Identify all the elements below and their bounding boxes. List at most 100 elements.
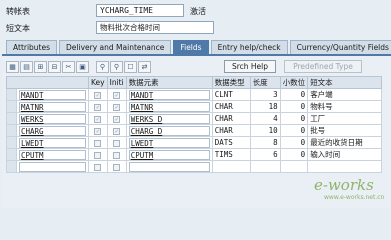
row-selector[interactable] bbox=[6, 88, 17, 101]
field-name-input[interactable]: LWEDT bbox=[19, 137, 86, 148]
data-element-input[interactable]: WERKS_D bbox=[128, 113, 210, 124]
length-cell: 6 bbox=[249, 148, 281, 161]
table-row[interactable]: MATNR ✓ ✓ MATNR CHAR 18 0 物料号 bbox=[6, 100, 383, 113]
find-next-icon[interactable]: ⚲ bbox=[110, 61, 123, 73]
key-checkbox[interactable]: ✓ bbox=[94, 115, 102, 123]
data-type-cell bbox=[211, 160, 251, 173]
initial-checkbox[interactable]: ✓ bbox=[113, 115, 121, 123]
watermark-url: www.e-works.net.cn bbox=[324, 194, 385, 201]
initial-checkbox[interactable] bbox=[113, 139, 121, 147]
table-toolbar: ▦ ▤ ⊞ ⊟ ✂ ▣ ⚲ ⚲ ☐ ⇄ bbox=[6, 60, 152, 74]
short-text-label: 短文本 bbox=[6, 24, 30, 33]
row-selector[interactable] bbox=[6, 160, 17, 173]
initial-checkbox[interactable]: ✓ bbox=[113, 91, 121, 99]
short-text-cell: 工厂 bbox=[307, 112, 383, 125]
decimals-cell bbox=[279, 160, 309, 173]
column-header-initial[interactable]: Initi bbox=[106, 76, 127, 89]
find-icon[interactable]: ⚲ bbox=[96, 61, 109, 73]
data-element-input[interactable]: MANDT bbox=[128, 89, 210, 100]
column-header-decimals[interactable]: 小数位 bbox=[279, 76, 309, 89]
key-checkbox[interactable]: ✓ bbox=[94, 91, 102, 99]
cut-icon[interactable]: ✂ bbox=[62, 61, 75, 73]
table-icon[interactable]: ▦ bbox=[6, 61, 19, 73]
short-text-cell: 物料号 bbox=[307, 100, 383, 113]
table-row[interactable]: LWEDT LWEDT DATS 8 0 最近的收货日期 bbox=[6, 136, 383, 149]
row-selector[interactable] bbox=[6, 136, 17, 149]
key-checkbox[interactable] bbox=[94, 163, 102, 171]
table-row[interactable]: CHARG ✓ ✓ CHARG_D CHAR 10 0 批号 bbox=[6, 124, 383, 137]
data-element-input[interactable]: MATNR bbox=[128, 101, 210, 112]
initial-checkbox[interactable]: ✓ bbox=[113, 127, 121, 135]
tab-fields[interactable]: Fields bbox=[173, 40, 209, 54]
field-name-input[interactable]: MATNR bbox=[19, 101, 86, 112]
field-name-input[interactable]: CHARG bbox=[19, 125, 86, 136]
table-header-row: Key Initi 数据元素 数据类型 长度 小数位 短文本 bbox=[6, 76, 383, 89]
insert-row-icon[interactable]: ⊞ bbox=[34, 61, 47, 73]
table-row[interactable] bbox=[6, 160, 383, 173]
data-type-cell: TIMS bbox=[211, 148, 251, 161]
column-header-key[interactable]: Key bbox=[88, 76, 108, 89]
row-selector[interactable] bbox=[6, 112, 17, 125]
data-element-input[interactable]: LWEDT bbox=[128, 137, 210, 148]
length-cell: 4 bbox=[249, 112, 281, 125]
delete-row-icon[interactable]: ⊟ bbox=[48, 61, 61, 73]
column-header-data-type[interactable]: 数据类型 bbox=[211, 76, 251, 89]
paste-icon[interactable]: ▣ bbox=[76, 61, 89, 73]
copy-rows-icon[interactable]: ▤ bbox=[20, 61, 33, 73]
column-header-field[interactable] bbox=[6, 76, 89, 89]
column-header-length[interactable]: 长度 bbox=[249, 76, 281, 89]
data-type-cell: CHAR bbox=[211, 124, 251, 137]
field-name-input[interactable]: MANDT bbox=[19, 89, 86, 100]
table-row[interactable]: WERKS ✓ ✓ WERKS_D CHAR 4 0 工厂 bbox=[6, 112, 383, 125]
data-type-cell: DATS bbox=[211, 136, 251, 149]
data-type-cell: CHAR bbox=[211, 100, 251, 113]
key-checkbox[interactable]: ✓ bbox=[94, 127, 102, 135]
decimals-cell: 0 bbox=[279, 148, 309, 161]
column-header-short-text[interactable]: 短文本 bbox=[307, 76, 383, 89]
tab-delivery-maintenance[interactable]: Delivery and Maintenance bbox=[59, 40, 172, 54]
decimals-cell: 0 bbox=[279, 136, 309, 149]
row-selector[interactable] bbox=[6, 124, 17, 137]
srch-help-button[interactable]: Srch Help bbox=[224, 60, 276, 73]
field-name-input[interactable]: WERKS bbox=[19, 113, 86, 124]
key-checkbox[interactable] bbox=[94, 151, 102, 159]
data-type-cell: CHAR bbox=[211, 112, 251, 125]
short-text-cell: 批号 bbox=[307, 124, 383, 137]
field-name-input[interactable]: CPUTM bbox=[19, 149, 86, 160]
table-row[interactable]: CPUTM CPUTM TIMS 6 0 输入时间 bbox=[6, 148, 383, 161]
decimals-cell: 0 bbox=[279, 124, 309, 137]
column-header-data-element[interactable]: 数据元素 bbox=[125, 76, 213, 89]
data-element-input[interactable] bbox=[128, 161, 210, 172]
length-cell: 10 bbox=[249, 124, 281, 137]
length-cell: 18 bbox=[249, 100, 281, 113]
data-type-cell: CLNT bbox=[211, 88, 251, 101]
initial-checkbox[interactable] bbox=[113, 151, 121, 159]
new-rows-icon[interactable]: ☐ bbox=[124, 61, 137, 73]
initial-checkbox[interactable]: ✓ bbox=[113, 103, 121, 111]
transfer-icon[interactable]: ⇄ bbox=[138, 61, 151, 73]
fields-table: Key Initi 数据元素 数据类型 长度 小数位 短文本 MANDT ✓ ✓ MA… bbox=[6, 76, 383, 173]
field-name-input[interactable] bbox=[19, 161, 86, 172]
length-cell: 8 bbox=[249, 136, 281, 149]
tab-currency-quantity[interactable]: Currency/Quantity Fields bbox=[289, 40, 391, 54]
table-row[interactable]: MANDT ✓ ✓ MANDT CLNT 3 0 客户端 bbox=[6, 88, 383, 101]
tab-entry-help-check[interactable]: Entry help/check bbox=[210, 40, 288, 54]
row-selector[interactable] bbox=[6, 100, 17, 113]
table-name-field[interactable]: YCHARG_TIME bbox=[96, 4, 184, 17]
predefined-type-button[interactable]: Predefined Type bbox=[284, 60, 362, 73]
short-text-cell: 客户端 bbox=[307, 88, 383, 101]
short-text-cell: 最近的收货日期 bbox=[307, 136, 383, 149]
tab-attributes[interactable]: Attributes bbox=[6, 40, 58, 54]
data-element-input[interactable]: CHARG_D bbox=[128, 125, 210, 136]
initial-checkbox[interactable] bbox=[113, 163, 121, 171]
short-text-field[interactable]: 物料批次合格时间 bbox=[96, 21, 214, 34]
short-text-cell: 输入时间 bbox=[307, 148, 383, 161]
key-checkbox[interactable] bbox=[94, 139, 102, 147]
row-selector[interactable] bbox=[6, 148, 17, 161]
status-text: 激活 bbox=[190, 7, 206, 16]
decimals-cell: 0 bbox=[279, 100, 309, 113]
decimals-cell: 0 bbox=[279, 88, 309, 101]
short-text-cell bbox=[307, 160, 383, 173]
key-checkbox[interactable]: ✓ bbox=[94, 103, 102, 111]
data-element-input[interactable]: CPUTM bbox=[128, 149, 210, 160]
